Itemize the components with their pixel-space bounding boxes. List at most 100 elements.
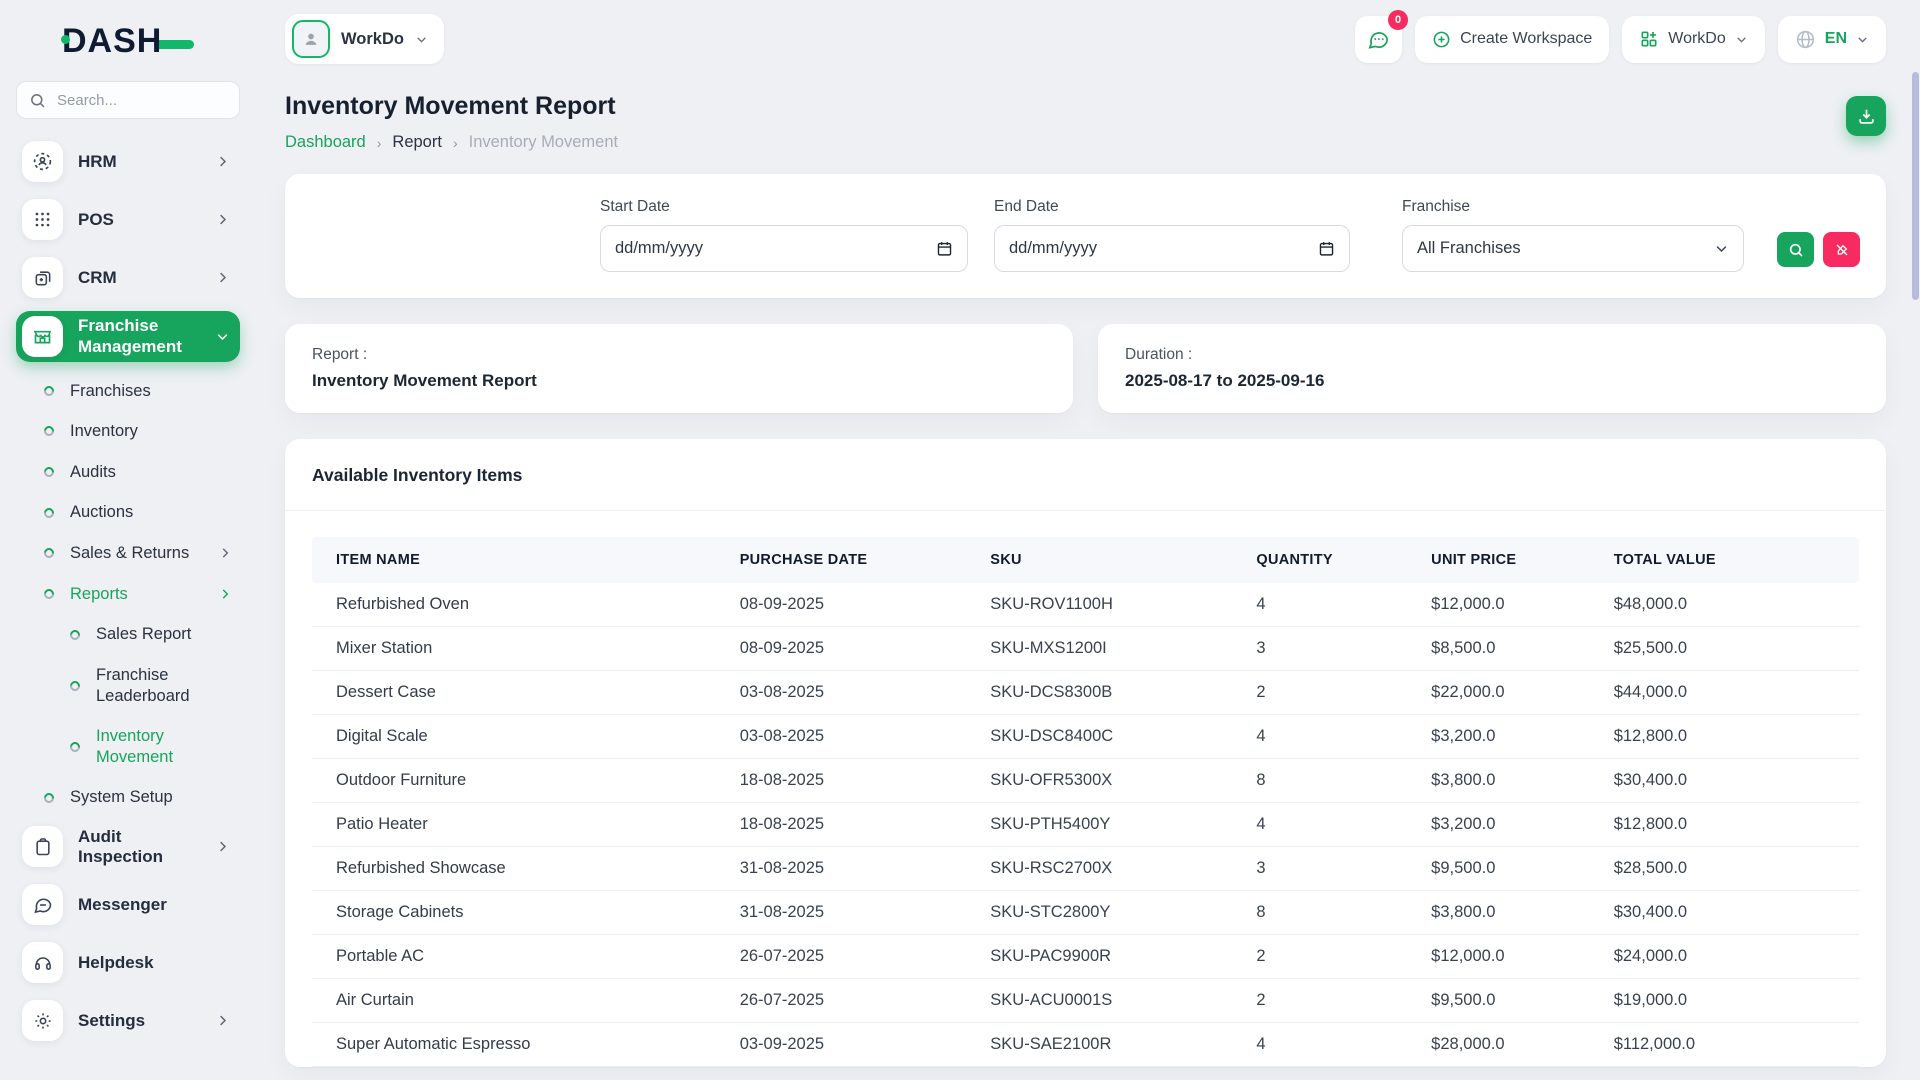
sidebar-item-crm[interactable]: CRM <box>16 253 240 302</box>
language-selector[interactable]: EN <box>1778 16 1886 63</box>
table-header-row: ITEM NAME PURCHASE DATE SKU QUANTITY UNI… <box>312 537 1859 583</box>
end-date-group: End Date dd/mm/yyyy <box>994 198 1350 272</box>
cell-item-name: Air Curtain <box>312 979 730 1023</box>
sidebar-item-label: POS <box>78 210 114 230</box>
cell-total-value: $44,000.0 <box>1604 671 1859 715</box>
cell-item-name: Outdoor Furniture <box>312 759 730 803</box>
sidebar-item-inventory[interactable]: Inventory <box>40 411 242 452</box>
chevron-down-icon <box>1856 33 1869 46</box>
cell-item-name: Storage Cabinets <box>312 891 730 935</box>
main-content: WorkDo 0 Create Workspace WorkDo EN <box>256 0 1920 1067</box>
bullet-icon <box>42 791 56 805</box>
cell-sku: SKU-DSC8400C <box>980 715 1246 759</box>
chevron-right-icon <box>215 270 230 285</box>
company-menu-button[interactable]: WorkDo <box>1622 16 1765 63</box>
plus-circle-icon <box>1432 30 1451 49</box>
inventory-table: ITEM NAME PURCHASE DATE SKU QUANTITY UNI… <box>312 537 1859 1067</box>
workspace-avatar <box>292 20 330 58</box>
sidebar-search[interactable] <box>16 81 240 119</box>
table-row: Digital Scale 03-08-2025 SKU-DSC8400C 4 … <box>312 715 1859 759</box>
sidebar-item-audits[interactable]: Audits <box>40 452 242 493</box>
dash-logo[interactable]: DASH <box>14 18 242 81</box>
cell-purchase-date: 03-08-2025 <box>730 715 981 759</box>
cell-total-value: $28,500.0 <box>1604 847 1859 891</box>
table-row: Mixer Station 08-09-2025 SKU-MXS1200I 3 … <box>312 627 1859 671</box>
search-input[interactable] <box>55 91 227 110</box>
sidebar-item-system-setup[interactable]: System Setup <box>40 777 242 818</box>
messages-badge: 0 <box>1388 10 1408 30</box>
reports-submenu: Sales Report Franchise Leaderboard Inven… <box>40 614 242 777</box>
sidebar-item-franchise-management[interactable]: Franchise Management <box>16 311 240 362</box>
storefront-icon <box>22 316 63 357</box>
breadcrumb-report[interactable]: Report <box>392 133 442 152</box>
cell-quantity: 2 <box>1246 979 1421 1023</box>
sidebar-item-hrm[interactable]: HRM <box>16 137 240 186</box>
create-workspace-button[interactable]: Create Workspace <box>1415 16 1609 63</box>
breadcrumb-separator: › <box>453 135 458 151</box>
scrollbar-thumb[interactable] <box>1912 72 1919 300</box>
sidebar-item-messenger[interactable]: Messenger <box>16 880 240 929</box>
globe-icon <box>1795 29 1816 50</box>
reset-icon <box>1834 242 1850 258</box>
col-total-value: TOTAL VALUE <box>1604 537 1859 583</box>
cell-total-value: $112,000.0 <box>1604 1023 1859 1067</box>
cell-total-value: $25,500.0 <box>1604 627 1859 671</box>
cell-total-value: $19,000.0 <box>1604 979 1859 1023</box>
cell-quantity: 8 <box>1246 759 1421 803</box>
cell-purchase-date: 26-07-2025 <box>730 935 981 979</box>
end-date-input[interactable]: dd/mm/yyyy <box>994 225 1350 272</box>
messages-button[interactable]: 0 <box>1355 16 1402 63</box>
sidebar-item-franchise-leaderboard[interactable]: Franchise Leaderboard <box>66 655 242 716</box>
apply-filter-button[interactable] <box>1777 232 1814 267</box>
sidebar-item-audit-inspection[interactable]: Audit Inspection <box>16 822 240 871</box>
cell-quantity: 3 <box>1246 627 1421 671</box>
bullet-icon <box>42 384 56 398</box>
franchise-select[interactable]: All Franchises <box>1402 225 1744 272</box>
cell-item-name: Refurbished Oven <box>312 583 730 627</box>
start-date-input[interactable]: dd/mm/yyyy <box>600 225 968 272</box>
sidebar-item-franchises[interactable]: Franchises <box>40 371 242 412</box>
sidebar-item-auctions[interactable]: Auctions <box>40 492 242 533</box>
download-report-button[interactable] <box>1846 96 1886 136</box>
cell-unit-price: $8,500.0 <box>1421 627 1604 671</box>
report-summary-card: Report : Inventory Movement Report <box>285 324 1073 413</box>
sidebar-item-label: HRM <box>78 152 117 172</box>
sidebar-nav: HRM POS CRM Franchise Management <box>14 137 242 1045</box>
chevron-right-icon <box>215 154 230 169</box>
reset-filter-button[interactable] <box>1823 232 1860 267</box>
breadcrumb-dashboard[interactable]: Dashboard <box>285 133 366 152</box>
cell-purchase-date: 18-08-2025 <box>730 759 981 803</box>
cell-quantity: 4 <box>1246 715 1421 759</box>
cell-purchase-date: 03-09-2025 <box>730 1023 981 1067</box>
bullet-icon <box>68 678 82 692</box>
chevron-right-icon <box>215 839 230 854</box>
cell-unit-price: $28,000.0 <box>1421 1023 1604 1067</box>
col-purchase-date: PURCHASE DATE <box>730 537 981 583</box>
table-row: Super Automatic Espresso 03-09-2025 SKU-… <box>312 1023 1859 1067</box>
col-quantity: QUANTITY <box>1246 537 1421 583</box>
cell-total-value: $12,800.0 <box>1604 715 1859 759</box>
sidebar-item-helpdesk[interactable]: Helpdesk <box>16 938 240 987</box>
end-date-label: End Date <box>994 198 1350 216</box>
chevron-right-icon <box>215 1013 230 1028</box>
cell-item-name: Portable AC <box>312 935 730 979</box>
cell-sku: SKU-RSC2700X <box>980 847 1246 891</box>
sidebar-item-inventory-movement[interactable]: Inventory Movement <box>66 716 242 777</box>
sidebar-item-sales-report[interactable]: Sales Report <box>66 614 242 655</box>
sidebar-item-reports[interactable]: Reports <box>40 574 242 615</box>
headphones-icon <box>22 942 63 983</box>
cell-unit-price: $3,800.0 <box>1421 759 1604 803</box>
sidebar-item-sales-returns[interactable]: Sales & Returns <box>40 533 242 574</box>
sidebar-item-pos[interactable]: POS <box>16 195 240 244</box>
franchise-group: Franchise All Franchises <box>1402 198 1744 272</box>
cell-purchase-date: 18-08-2025 <box>730 803 981 847</box>
inventory-table-body: Refurbished Oven 08-09-2025 SKU-ROV1100H… <box>312 583 1859 1067</box>
chat-bubble-icon <box>22 884 63 925</box>
bullet-icon <box>68 628 82 642</box>
workspace-switcher[interactable]: WorkDo <box>285 14 444 64</box>
calendar-icon <box>1318 240 1335 257</box>
sidebar-item-label: Helpdesk <box>78 953 154 973</box>
chevron-right-icon <box>218 546 232 560</box>
col-sku: SKU <box>980 537 1246 583</box>
sidebar-item-settings[interactable]: Settings <box>16 996 240 1045</box>
